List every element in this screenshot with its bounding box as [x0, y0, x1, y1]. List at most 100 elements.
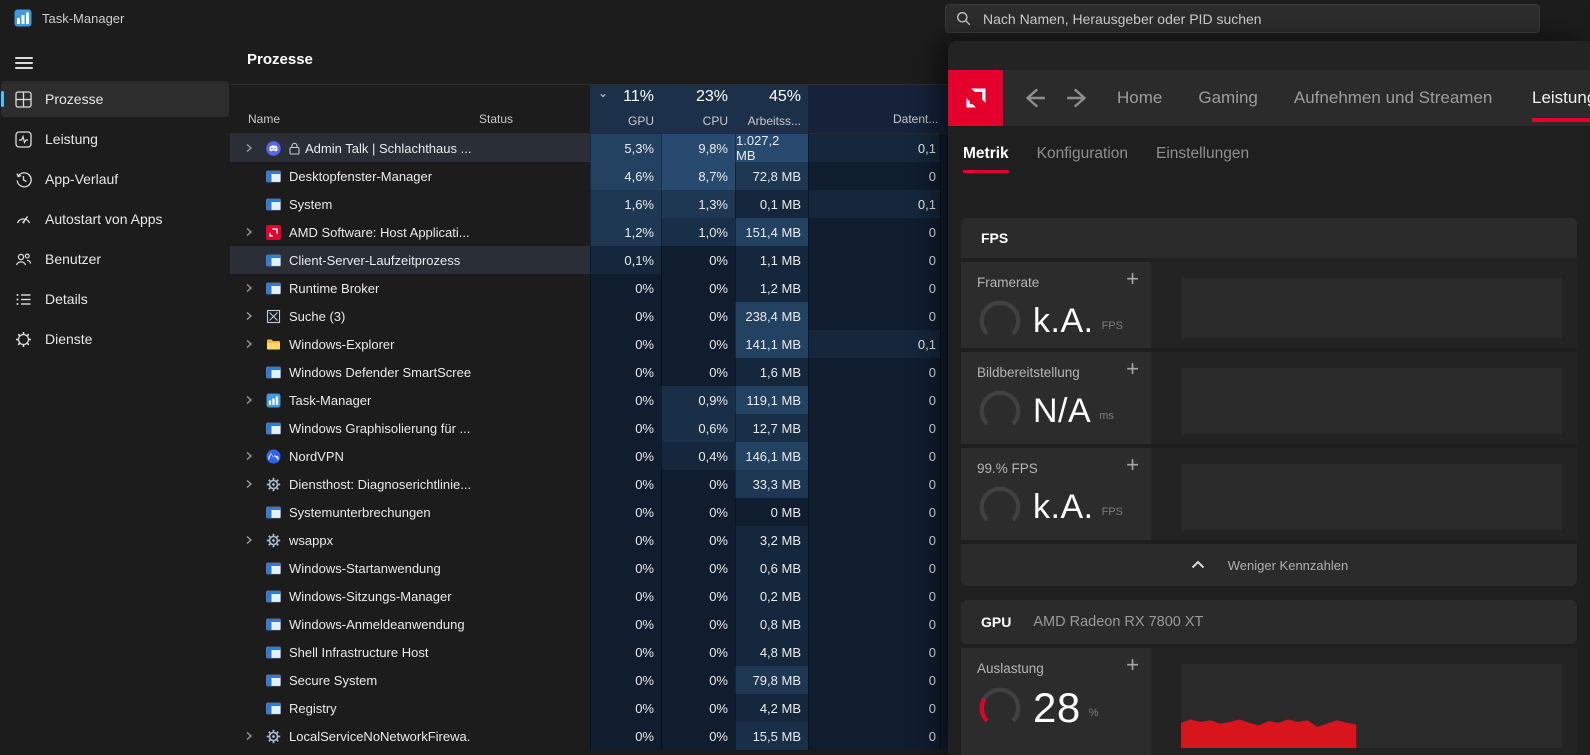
cpu-usage-cell: 0% [661, 722, 735, 750]
expand-chevron-icon[interactable] [238, 451, 260, 461]
metric-value: 28 [1033, 684, 1081, 731]
search-input[interactable] [981, 9, 1529, 28]
column-header-name[interactable]: Name [230, 85, 471, 133]
gauge-icon [977, 298, 1023, 344]
gpu-usage-cell: 0% [590, 638, 661, 666]
gpu-usage-cell: 0% [590, 274, 661, 302]
process-name: Windows-Startanwendung [289, 560, 441, 576]
gpu-usage-cell: 0% [590, 442, 661, 470]
expand-chevron-icon[interactable] [238, 143, 260, 153]
sidebar-item-label: Dienste [45, 331, 93, 347]
amd-logo[interactable] [948, 70, 1003, 126]
disk-usage-cell: 0 [808, 582, 940, 610]
column-header-memory[interactable]: 45% Arbeitss... [735, 85, 808, 133]
process-name: System [289, 196, 333, 212]
nav-item-home[interactable]: Home [1117, 88, 1162, 108]
nav-forward-icon[interactable] [1065, 85, 1091, 111]
add-metric-button[interactable]: + [1126, 266, 1139, 292]
window-icon [266, 673, 281, 688]
process-name-cell: Runtime Broker [230, 274, 471, 302]
column-header-status[interactable]: Status [471, 85, 590, 133]
cpu-usage-cell: 0% [661, 498, 735, 526]
amd-nav-bar: Home Gaming Aufnehmen und Streamen Leistun… [948, 70, 1590, 126]
amd-metrics-content: FPS Framerate + k.A. FPS Bildbereitstellung +… [961, 218, 1577, 755]
expand-chevron-icon[interactable] [238, 479, 260, 489]
disk-usage-cell: 0 [808, 358, 940, 386]
history-icon [15, 171, 32, 188]
hamburger-menu-button[interactable] [6, 45, 42, 79]
processes-icon [15, 90, 32, 108]
search-app-icon [266, 309, 281, 324]
nav-item-aufnehmen-und-streamen[interactable]: Aufnehmen und Streamen [1294, 88, 1492, 108]
add-metric-button[interactable]: + [1126, 452, 1139, 478]
gpu-name-label: AMD Radeon RX 7800 XT [1033, 614, 1204, 630]
disk-usage-cell: 0 [808, 722, 940, 750]
column-header-disk[interactable]: Datent... [808, 85, 940, 133]
sidebar-item-benutzer[interactable]: Benutzer [1, 241, 229, 277]
metric-tile-99-fps-chart-area [1151, 448, 1577, 540]
sort-chevron-icon: ⌄ [598, 86, 609, 100]
expand-chevron-icon[interactable] [238, 311, 260, 321]
expand-chevron-icon[interactable] [238, 339, 260, 349]
process-name-cell: Windows-Explorer [230, 330, 471, 358]
memory-usage-cell: 238,4 MB [735, 302, 808, 330]
nav-item-gaming[interactable]: Gaming [1198, 88, 1258, 108]
metric-unit: ms [1099, 410, 1114, 422]
memory-usage-cell: 0,8 MB [735, 610, 808, 638]
process-name: wsappx [289, 532, 334, 548]
sidebar-item-label: Autostart von Apps [45, 211, 163, 227]
tab-einstellungen[interactable]: Einstellungen [1156, 126, 1249, 181]
cpu-usage-cell: 0% [661, 554, 735, 582]
disk-usage-cell: 0 [808, 386, 940, 414]
add-metric-button[interactable]: + [1126, 652, 1139, 678]
expand-chevron-icon[interactable] [238, 227, 260, 237]
metric-tile-framerate: Framerate + k.A. FPS [961, 262, 1577, 348]
sidebar-item-autostart-von-apps[interactable]: Autostart von Apps [1, 201, 229, 237]
expand-chevron-icon[interactable] [238, 395, 260, 405]
expand-chevron-icon[interactable] [238, 535, 260, 545]
window-icon [266, 701, 281, 716]
sidebar-item-app-verlauf[interactable]: App-Verlauf [1, 161, 229, 197]
column-header-cpu[interactable]: 23% CPU [661, 85, 735, 133]
process-name-cell: Diensthost: Diagnoserichtlinie... [230, 470, 471, 498]
sidebar-item-label: App-Verlauf [45, 171, 119, 187]
sidebar-item-dienste[interactable]: Dienste [1, 321, 229, 357]
process-name-cell: LocalServiceNoNetworkFirewa... [230, 722, 471, 750]
sidebar-item-leistung[interactable]: Leistung [1, 121, 229, 157]
collapse-metrics-label: Weniger Kennzahlen [1227, 557, 1349, 573]
column-header-gpu[interactable]: ⌄ 11% GPU [590, 85, 661, 133]
tab-metrik[interactable]: Metrik [963, 126, 1009, 181]
expand-chevron-icon[interactable] [238, 283, 260, 293]
memory-usage-cell: 1.027,2 MB [735, 133, 808, 163]
process-name-cell: Registry [230, 694, 471, 722]
gpu-usage-cell: 1,2% [590, 218, 661, 246]
disk-usage-cell: 0 [808, 218, 940, 246]
disk-usage-cell: 0 [808, 694, 940, 722]
add-metric-button[interactable]: + [1126, 356, 1139, 382]
gpu-usage-cell: 0% [590, 666, 661, 694]
process-name-cell: Windows-Anmeldeanwendung [230, 610, 471, 638]
nav-item-leistung[interactable]: Leistung [1532, 70, 1590, 126]
tab-konfiguration[interactable]: Konfiguration [1037, 126, 1128, 181]
process-name: Desktopfenster-Manager [289, 168, 433, 184]
sidebar-item-label: Prozesse [45, 91, 104, 107]
window-icon [266, 197, 281, 212]
process-name: Windows Graphisolierung für ... [289, 420, 471, 436]
collapse-metrics-button[interactable]: Weniger Kennzahlen [961, 544, 1577, 586]
memory-usage-cell: 0,6 MB [735, 554, 808, 582]
nav-item-leistung-label: Leistung [1532, 88, 1590, 107]
process-name-cell: Windows Graphisolierung für ... [230, 414, 471, 442]
metric-unit: FPS [1101, 506, 1123, 518]
search-box[interactable] [945, 4, 1540, 33]
sidebar-item-details[interactable]: Details [1, 281, 229, 317]
process-name: Secure System [289, 672, 378, 688]
expand-chevron-icon[interactable] [238, 731, 260, 741]
metric-tile-99-fps-readout: 99.% FPS + k.A. FPS [961, 448, 1151, 540]
gpu-usage-cell: 4,6% [590, 162, 661, 190]
cpu-usage-cell: 0% [661, 470, 735, 498]
gpu-usage-cell: 1,6% [590, 190, 661, 218]
process-name: Shell Infrastructure Host [289, 644, 429, 660]
nav-back-icon[interactable] [1021, 85, 1047, 111]
gauge-icon [977, 685, 1023, 731]
sidebar-item-prozesse[interactable]: Prozesse [1, 81, 229, 117]
